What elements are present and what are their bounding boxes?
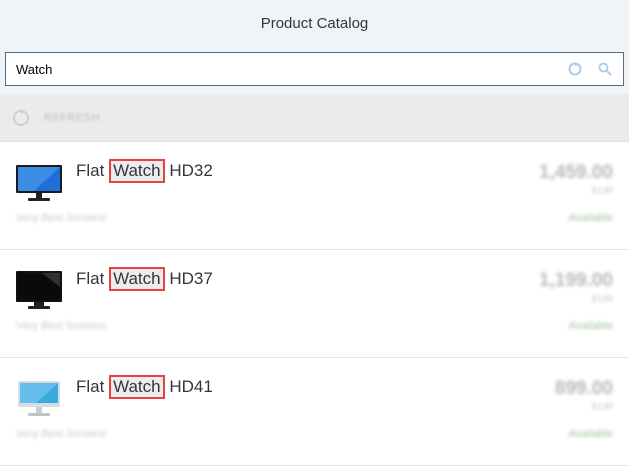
product-price: 1,459.00 xyxy=(539,162,613,183)
product-price: 1,199.00 xyxy=(539,270,613,291)
product-title: Flat Watch HD37 xyxy=(76,267,213,291)
product-list: Flat Watch HD32 Very Best Screens 1,459.… xyxy=(0,142,629,466)
status-badge: Available xyxy=(568,428,613,440)
list-item[interactable]: Flat Watch HD41 Very Best Screens 899.00… xyxy=(0,358,629,466)
list-item[interactable]: Flat Watch HD32 Very Best Screens 1,459.… xyxy=(0,142,629,250)
search-icon[interactable] xyxy=(597,61,613,77)
product-price: 899.00 xyxy=(554,378,613,399)
product-description: Very Best Screens xyxy=(16,320,107,332)
refresh-label: REFRESH xyxy=(44,111,101,124)
product-currency: EUR xyxy=(591,186,613,197)
page-title: Product Catalog xyxy=(260,14,369,32)
product-description: Very Best Screens xyxy=(16,428,107,440)
list-item[interactable]: Flat Watch HD37 Very Best Screens 1,199.… xyxy=(0,250,629,358)
search-field[interactable] xyxy=(5,52,624,86)
search-highlight: Watch xyxy=(109,267,165,291)
refresh-indicator-icon xyxy=(12,108,30,127)
product-image xyxy=(14,267,64,311)
status-badge: Available xyxy=(568,320,613,332)
product-description: Very Best Screens xyxy=(16,212,107,224)
status-badge: Available xyxy=(568,212,613,224)
product-title: Flat Watch HD32 xyxy=(76,159,213,183)
product-currency: EUR xyxy=(591,402,613,413)
product-image xyxy=(14,375,64,419)
product-currency: EUR xyxy=(591,294,613,305)
search-highlight: Watch xyxy=(109,159,165,183)
refresh-icon[interactable] xyxy=(567,61,583,77)
search-input[interactable] xyxy=(6,54,516,84)
product-image xyxy=(14,159,64,203)
app-header: Product Catalog xyxy=(0,0,629,46)
search-bar xyxy=(0,46,629,94)
pull-to-refresh[interactable]: REFRESH xyxy=(0,94,629,142)
search-highlight: Watch xyxy=(109,375,165,399)
product-title: Flat Watch HD41 xyxy=(76,375,213,399)
